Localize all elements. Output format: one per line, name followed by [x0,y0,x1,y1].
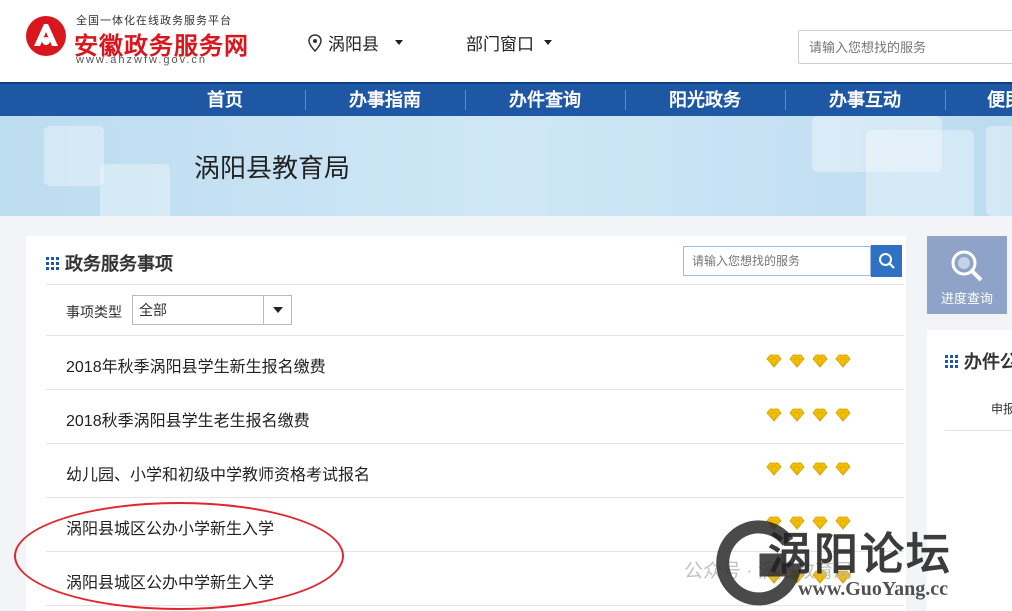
nav-item-gov-affairs[interactable]: 阳光政务 [625,84,785,116]
diamond-rating-icon [789,408,805,427]
diamond-rating-icon [766,462,782,481]
panel-search-input[interactable] [683,246,871,276]
side-panel-column-label: 申报 [991,402,1012,416]
divider [46,284,904,285]
diamond-rating-icon [835,462,851,481]
service-item-row[interactable]: 2018年秋季涡阳县学生新生报名缴费 [46,336,904,390]
location-pin-icon [308,33,322,52]
banner-decoration [100,164,170,216]
rating-stars [766,354,851,373]
watermark-url: www.GuoYang.cc [798,578,949,600]
page-banner: 涡阳县教育局 [0,116,1012,216]
chevron-down-icon [395,40,403,45]
watermark: 公众号 · 涡阳教育局 涡阳论坛 www.GuoYang.cc [680,518,1012,611]
diamond-rating-icon [766,408,782,427]
diamond-rating-icon [812,462,828,481]
service-item-link[interactable]: 幼儿园、小学和初级中学教师资格考试报名 [66,461,370,485]
logo-mark-icon [26,16,66,56]
nav-item-query[interactable]: 办件查询 [465,84,625,116]
service-item-row[interactable]: 2018秋季涡阳县学生老生报名缴费 [46,390,904,444]
service-item-link[interactable]: 2018秋季涡阳县学生老生报名缴费 [66,407,310,431]
header-search-input[interactable] [798,30,1012,64]
diamond-rating-icon [766,354,782,373]
banner-decoration [866,130,974,216]
search-icon [878,253,895,269]
rating-stars [766,462,851,481]
banner-decoration [986,126,1012,216]
banner-decoration [44,126,104,186]
magnifier-icon [951,250,983,282]
panel-search-button[interactable] [871,245,902,277]
nav-item-guide[interactable]: 办事指南 [305,84,465,116]
department-selector[interactable]: 部门窗口 [466,30,552,55]
filter-label: 事项类型 [66,304,122,320]
site-logo[interactable]: 全国一体化在线政务服务平台 安徽政务服务网 www.ahzwfw.gov.cn [24,10,264,72]
side-panel-title: 办件公 [964,352,1012,372]
watermark-brand: 涡阳论坛 [768,530,952,579]
panel-title: 政务服务事项 [65,254,173,274]
diamond-rating-icon [835,354,851,373]
rating-stars [766,408,851,427]
divider [945,430,1012,431]
annotation-circle [14,502,344,610]
nav-item-convenience[interactable]: 便民 [945,84,1012,116]
logo-url: www.ahzwfw.gov.cn [76,54,208,66]
diamond-rating-icon [835,408,851,427]
nav-item-interaction[interactable]: 办事互动 [785,84,945,116]
main-nav: 首页 办事指南 办件查询 阳光政务 办事互动 便民 [0,82,1012,116]
progress-query-button[interactable]: 进度查询 [927,236,1007,314]
diamond-rating-icon [789,462,805,481]
location-label: 涡阳县 [328,35,379,54]
side-panel-header: 办件公 [945,348,1012,374]
chevron-down-icon [544,40,552,45]
item-type-select[interactable]: 全部 [132,295,292,325]
service-item-row[interactable]: 幼儿园、小学和初级中学教师资格考试报名 [46,444,904,498]
item-type-value: 全部 [139,302,167,318]
diamond-rating-icon [789,354,805,373]
diamond-rating-icon [812,408,828,427]
location-selector[interactable]: 涡阳县 [308,30,403,55]
dropdown-arrow-icon[interactable] [263,296,291,324]
panel-header: 政务服务事项 [46,250,173,276]
grid-icon [945,354,958,368]
grid-icon [46,256,59,270]
service-item-link[interactable]: 2018年秋季涡阳县学生新生报名缴费 [66,353,326,377]
top-header: 全国一体化在线政务服务平台 安徽政务服务网 www.ahzwfw.gov.cn … [0,0,1012,82]
progress-query-label: 进度查询 [940,291,993,306]
diamond-rating-icon [812,354,828,373]
nav-item-home[interactable]: 首页 [145,84,305,116]
page-title: 涡阳县教育局 [194,153,351,183]
department-label: 部门窗口 [466,35,534,54]
